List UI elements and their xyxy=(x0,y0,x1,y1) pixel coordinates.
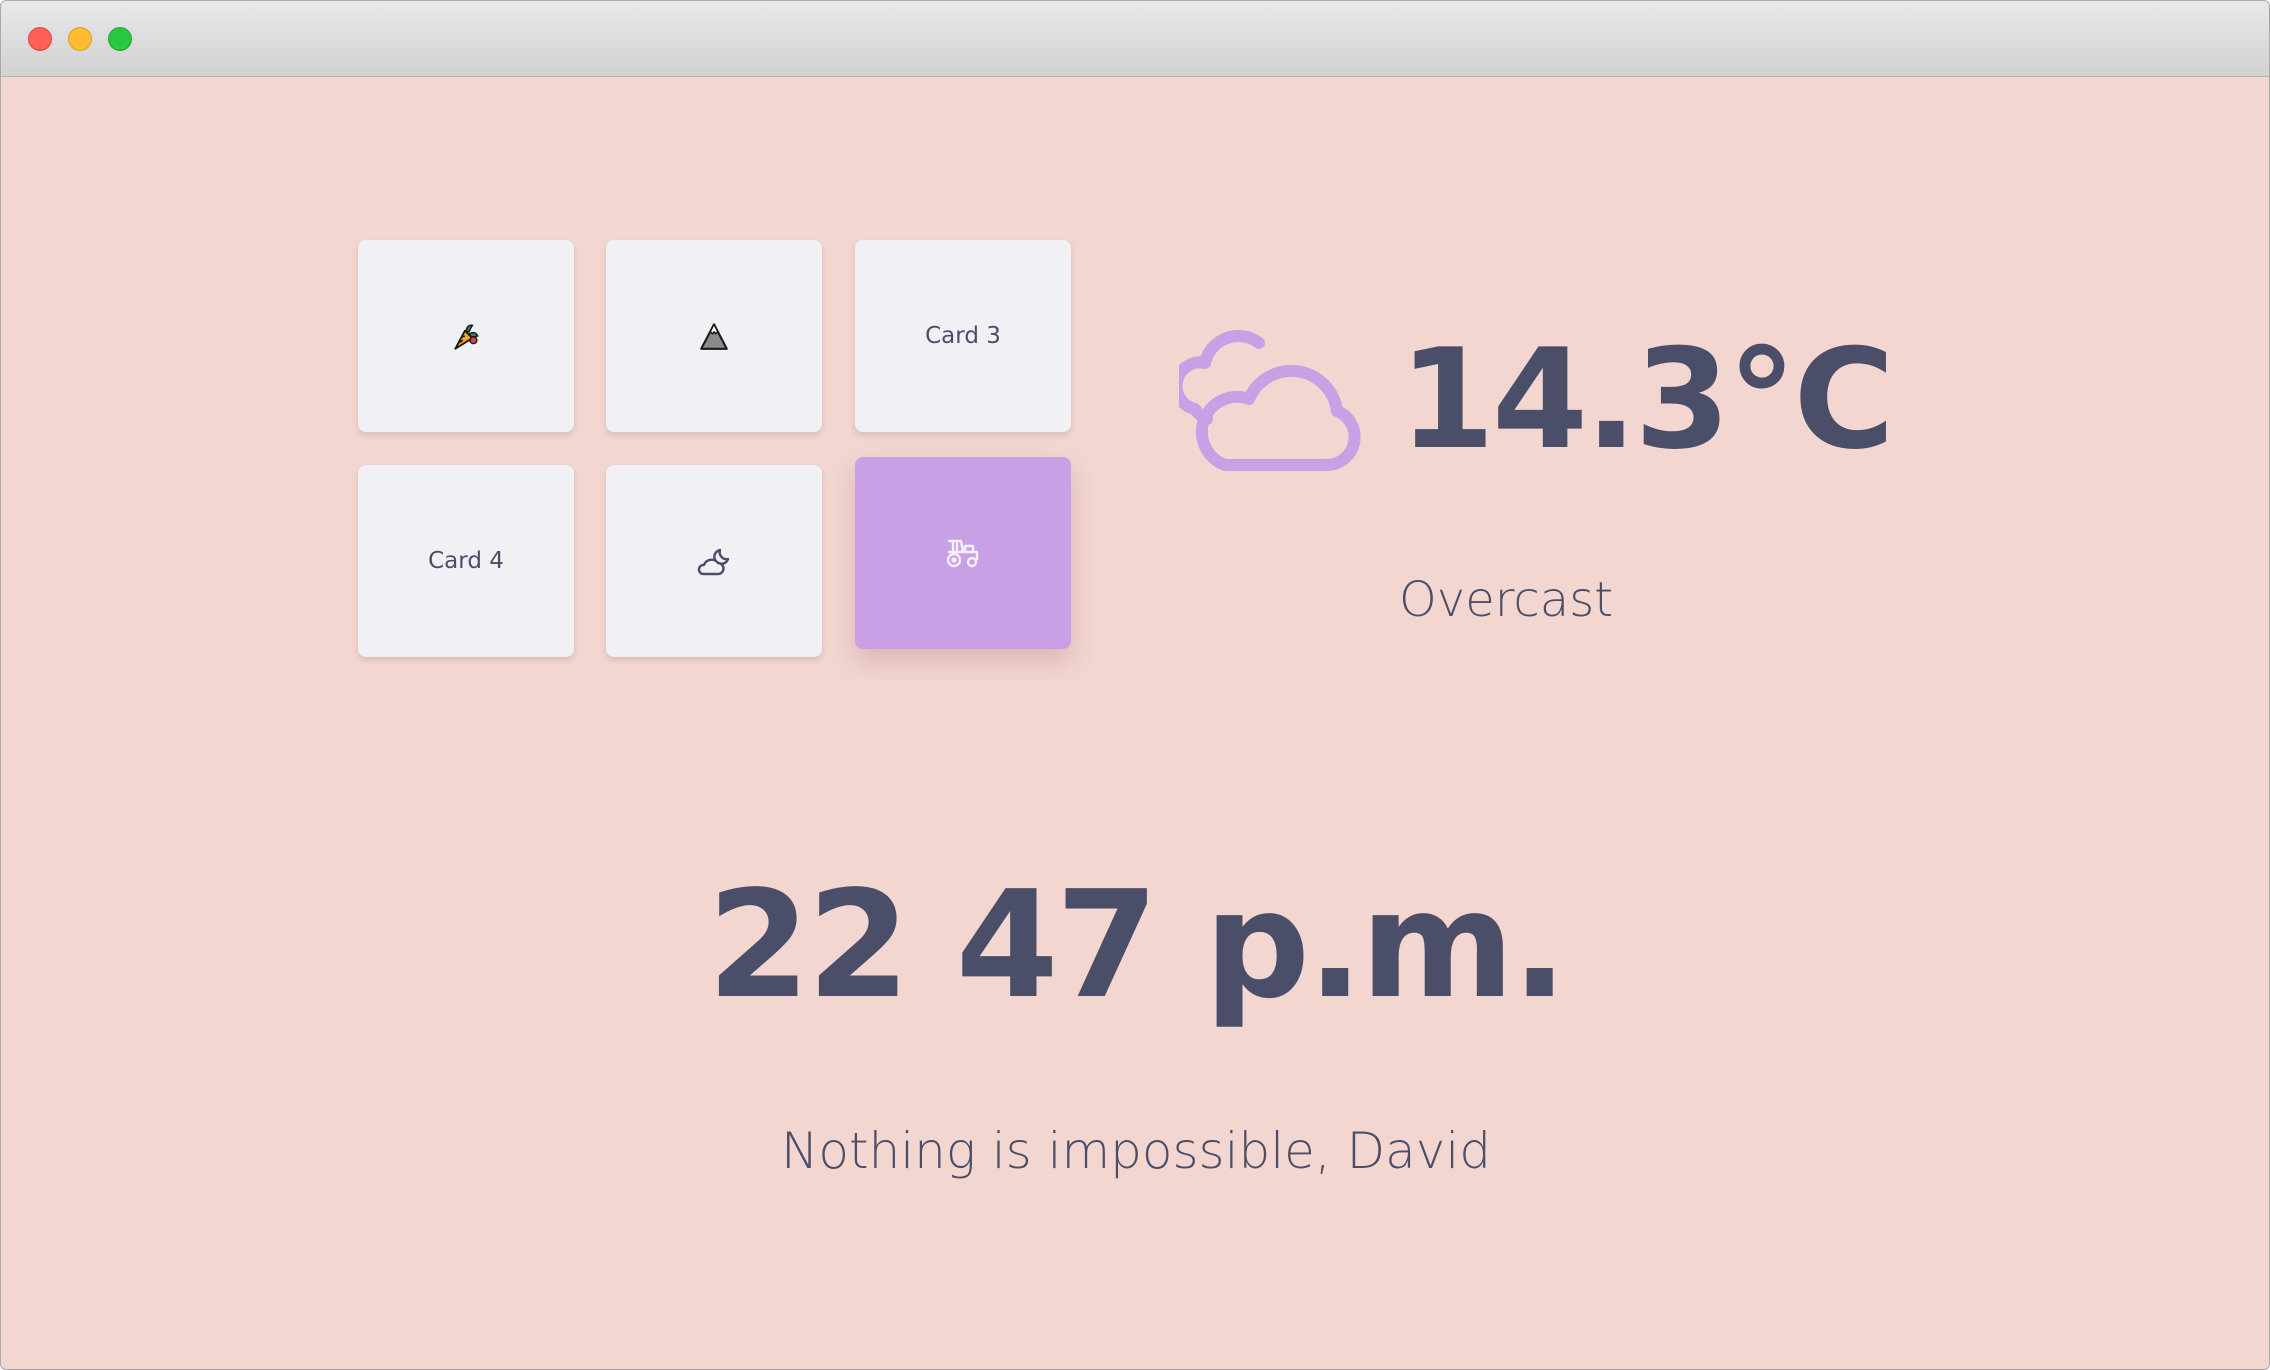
maximize-window-button[interactable] xyxy=(108,27,132,51)
card-1[interactable] xyxy=(358,240,574,432)
card-6[interactable] xyxy=(855,457,1071,649)
mountain-icon xyxy=(700,323,728,350)
app-window: Card 3 Card 4 14.3°C Overcast 22 47 p.m. xyxy=(0,0,2270,1370)
minimize-window-button[interactable] xyxy=(68,27,92,51)
card-3[interactable]: Card 3 xyxy=(855,240,1071,432)
cloud-moon-icon xyxy=(697,548,730,576)
close-window-button[interactable] xyxy=(28,27,52,51)
card-2[interactable] xyxy=(606,240,822,432)
weather-condition: Overcast xyxy=(1399,572,1614,628)
card-3-label: Card 3 xyxy=(925,323,1001,349)
card-4[interactable]: Card 4 xyxy=(358,465,574,657)
title-bar xyxy=(1,1,2269,77)
temperature-value: 14.3°C xyxy=(1399,319,1895,480)
card-4-label: Card 4 xyxy=(428,548,504,574)
clock-time: 22 47 p.m. xyxy=(707,859,1568,1031)
card-5[interactable] xyxy=(606,465,822,657)
carrot-icon xyxy=(454,324,479,350)
cloud-icon xyxy=(1179,329,1361,471)
greeting-text: Nothing is impossible, David xyxy=(780,1122,1492,1180)
tractor-icon xyxy=(946,539,979,568)
